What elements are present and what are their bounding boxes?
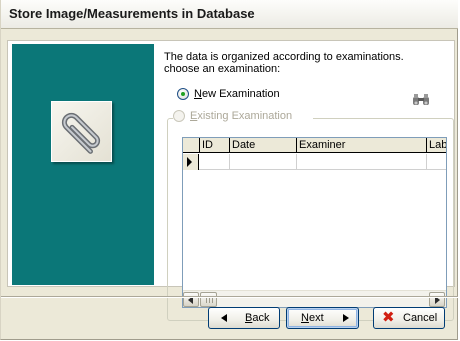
store-dialog-window: Store Image/Measurements in Database The… bbox=[0, 0, 458, 340]
arrow-right-icon bbox=[187, 157, 192, 167]
existing-examination-radio[interactable]: Existing Examination bbox=[173, 109, 313, 125]
next-arrow-icon bbox=[343, 314, 349, 322]
paperclip-tile bbox=[51, 101, 112, 162]
wizard-side-art bbox=[12, 44, 154, 285]
wizard-content-panel: The data is organized according to exami… bbox=[7, 40, 455, 321]
column-header-lab[interactable]: Lab bbox=[427, 138, 446, 153]
instructions-line-1: The data is organized according to exami… bbox=[164, 51, 404, 63]
cell-date[interactable] bbox=[230, 154, 297, 170]
table-row[interactable] bbox=[183, 154, 446, 170]
paperclip-icon bbox=[61, 112, 101, 154]
existing-examination-radio-circle[interactable] bbox=[173, 110, 185, 122]
cell-lab[interactable] bbox=[427, 154, 446, 170]
scroll-left-button[interactable] bbox=[183, 292, 199, 307]
row-selector-header bbox=[183, 138, 200, 153]
dialog-header: Store Image/Measurements in Database bbox=[1, 0, 458, 29]
column-header-examiner[interactable]: Examiner bbox=[297, 138, 427, 153]
existing-examination-label: Existing Examination bbox=[190, 110, 293, 122]
back-button-label: Back bbox=[245, 312, 270, 324]
new-examination-radio-circle[interactable] bbox=[177, 88, 189, 100]
cancel-x-icon: ✖ bbox=[382, 309, 395, 326]
cancel-button[interactable]: ✖ Cancel bbox=[373, 307, 445, 329]
scroll-right-button[interactable] bbox=[429, 292, 445, 307]
examinations-grid[interactable]: ID Date Examiner Lab bbox=[182, 137, 447, 308]
next-button-label: Next bbox=[301, 312, 324, 324]
column-header-date[interactable]: Date bbox=[230, 138, 297, 153]
cell-examiner[interactable] bbox=[297, 154, 427, 170]
horizontal-scrollbar[interactable] bbox=[183, 290, 446, 307]
cell-id[interactable] bbox=[200, 154, 230, 170]
cancel-button-label: Cancel bbox=[403, 312, 438, 324]
scrollbar-thumb[interactable] bbox=[200, 292, 217, 307]
instructions-line-2: choose an examination: bbox=[164, 63, 281, 75]
back-button[interactable]: Back bbox=[208, 307, 280, 329]
new-examination-label: New Examination bbox=[194, 88, 280, 100]
column-header-id[interactable]: ID bbox=[200, 138, 230, 153]
next-button[interactable]: Next bbox=[286, 307, 359, 329]
back-arrow-icon bbox=[221, 314, 227, 322]
new-examination-radio[interactable]: New Examination bbox=[177, 87, 317, 103]
grid-header: ID Date Examiner Lab bbox=[183, 138, 446, 153]
row-selector[interactable] bbox=[183, 154, 199, 170]
instructions-text: The data is organized according to exami… bbox=[164, 51, 444, 75]
binoculars-icon[interactable] bbox=[412, 93, 430, 107]
dialog-title: Store Image/Measurements in Database bbox=[9, 6, 255, 21]
